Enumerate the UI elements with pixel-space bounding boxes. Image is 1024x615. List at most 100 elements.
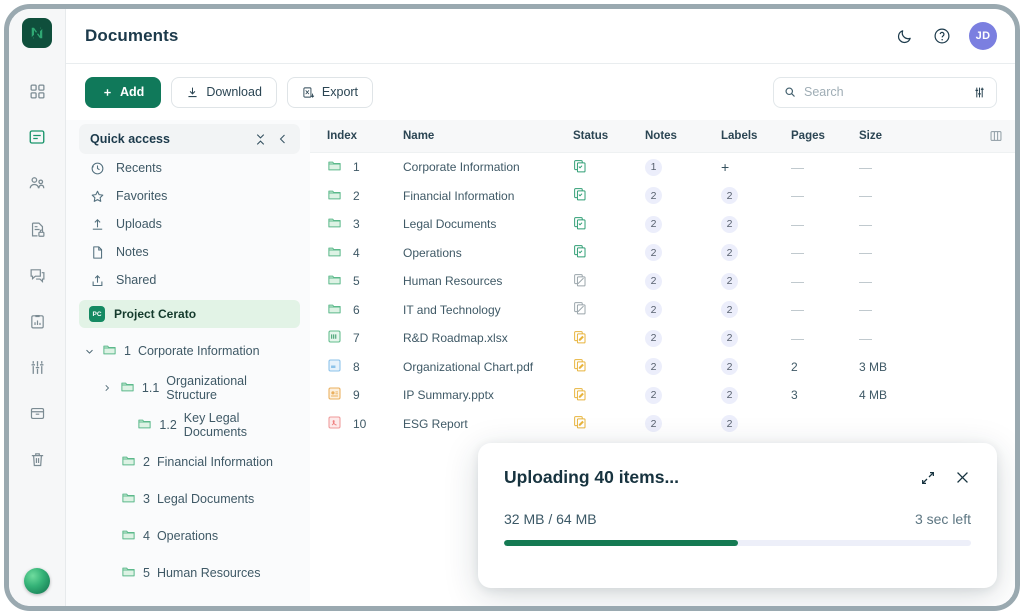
row-name[interactable]: Financial Information (403, 189, 573, 203)
export-button[interactable]: Export (286, 76, 374, 108)
quick-access-header: Quick access (79, 124, 300, 154)
column-header-pages[interactable]: Pages (791, 130, 859, 142)
copy-check-icon[interactable] (573, 244, 645, 261)
chevron-left-icon[interactable] (277, 133, 289, 145)
table-row[interactable]: 10 ESG Report 2 2 (310, 410, 1015, 439)
table-row[interactable]: 7 R&D Roadmap.xlsx 2 2 — — (310, 324, 1015, 353)
labels-badge[interactable]: 2 (721, 272, 738, 290)
people-icon[interactable] (20, 166, 54, 200)
search-box[interactable] (773, 76, 997, 108)
copy-check-icon[interactable] (573, 159, 645, 176)
tree-item[interactable]: 1.2 Key Legal Documents (79, 411, 300, 439)
columns-settings-icon[interactable] (989, 129, 1003, 143)
table-row[interactable]: 2 Financial Information 2 2 — — (310, 182, 1015, 211)
avatar[interactable]: JD (969, 22, 997, 50)
notes-badge[interactable]: 2 (645, 386, 662, 404)
copy-blocked-icon[interactable] (573, 301, 645, 318)
table-row[interactable]: 5 Human Resources 2 2 — — (310, 267, 1015, 296)
row-name[interactable]: IP Summary.pptx (403, 388, 573, 402)
download-button[interactable]: Download (171, 76, 277, 108)
documents-icon[interactable] (20, 120, 54, 154)
quick-access-item-recents[interactable]: Recents (79, 154, 300, 182)
trash-icon[interactable] (20, 442, 54, 476)
quick-access-item-favorites[interactable]: Favorites (79, 182, 300, 210)
labels-badge[interactable]: 2 (721, 244, 738, 262)
reports-icon[interactable] (20, 304, 54, 338)
copy-pending-icon[interactable] (573, 387, 645, 404)
moon-icon[interactable] (893, 25, 915, 47)
row-name[interactable]: IT and Technology (403, 303, 573, 317)
tree-item[interactable]: 3 Legal Documents (79, 485, 300, 513)
row-name[interactable]: Operations (403, 246, 573, 260)
assistant-orb[interactable] (24, 568, 50, 594)
tree-item[interactable]: 2 Financial Information (79, 448, 300, 476)
copy-pending-icon[interactable] (573, 330, 645, 347)
tree-item[interactable]: 1 Corporate Information (79, 337, 300, 365)
quick-access-item-notes[interactable]: Notes (79, 238, 300, 266)
chevron-down-icon[interactable] (83, 346, 95, 357)
column-header-labels[interactable]: Labels (721, 130, 791, 142)
search-input[interactable] (804, 85, 965, 99)
notes-badge[interactable]: 2 (645, 358, 662, 376)
row-name[interactable]: ESG Report (403, 417, 573, 431)
upload-progress-fill (504, 540, 738, 546)
notes-badge[interactable]: 1 (645, 158, 662, 176)
labels-badge[interactable]: 2 (721, 358, 738, 376)
notes-badge[interactable]: 2 (645, 272, 662, 290)
notes-badge[interactable]: 2 (645, 301, 662, 319)
table-row[interactable]: 9 IP Summary.pptx 2 2 3 4 MB (310, 381, 1015, 410)
column-header-size[interactable]: Size (859, 130, 939, 142)
notes-badge[interactable]: 2 (645, 187, 662, 205)
app-logo[interactable] (22, 18, 52, 48)
table-row[interactable]: 3 Legal Documents 2 2 — — (310, 210, 1015, 239)
notes-badge[interactable]: 2 (645, 415, 662, 433)
column-header-status[interactable]: Status (573, 130, 645, 142)
help-icon[interactable] (931, 25, 953, 47)
collapse-all-icon[interactable] (254, 133, 267, 146)
copy-pending-icon[interactable] (573, 358, 645, 375)
column-header-index[interactable]: Index (327, 130, 403, 142)
share-icon (90, 273, 105, 288)
close-icon[interactable] (954, 469, 971, 486)
copy-check-icon[interactable] (573, 187, 645, 204)
row-name[interactable]: R&D Roadmap.xlsx (403, 331, 573, 345)
copy-check-icon[interactable] (573, 216, 645, 233)
labels-badge[interactable]: 2 (721, 386, 738, 404)
labels-badge[interactable]: 2 (721, 215, 738, 233)
column-header-notes[interactable]: Notes (645, 130, 721, 142)
comments-icon[interactable] (20, 258, 54, 292)
project-item[interactable]: PC Project Cerato (79, 300, 300, 328)
copy-pending-icon[interactable] (573, 415, 645, 432)
row-name[interactable]: Corporate Information (403, 160, 573, 174)
dashboard-icon[interactable] (20, 74, 54, 108)
labels-badge[interactable]: 2 (721, 329, 738, 347)
copy-blocked-icon[interactable] (573, 273, 645, 290)
settings-sliders-icon[interactable] (20, 350, 54, 384)
table-row[interactable]: 4 Operations 2 2 — — (310, 239, 1015, 268)
table-row[interactable]: 8 Organizational Chart.pdf 2 2 2 3 MB (310, 353, 1015, 382)
table-row[interactable]: 6 IT and Technology 2 2 — — (310, 296, 1015, 325)
labels-badge[interactable]: 2 (721, 187, 738, 205)
labels-badge[interactable]: 2 (721, 301, 738, 319)
quick-access-item-shared[interactable]: Shared (79, 266, 300, 294)
table-row[interactable]: 1 Corporate Information 1 + — — (310, 153, 1015, 182)
quick-access-item-uploads[interactable]: Uploads (79, 210, 300, 238)
column-header-name[interactable]: Name (403, 130, 573, 142)
notes-badge[interactable]: 2 (645, 329, 662, 347)
chevron-right-icon[interactable] (101, 383, 113, 393)
expand-icon[interactable] (920, 470, 936, 486)
add-label-button[interactable]: + (721, 159, 729, 175)
row-name[interactable]: Legal Documents (403, 217, 573, 231)
row-index: 4 (353, 245, 360, 260)
archive-icon[interactable] (20, 396, 54, 430)
row-name[interactable]: Human Resources (403, 274, 573, 288)
tree-item[interactable]: 1.1 Organizational Structure (79, 374, 300, 402)
notes-badge[interactable]: 2 (645, 244, 662, 262)
tree-item[interactable]: 5 Human Resources (79, 559, 300, 587)
document-lock-icon[interactable] (20, 212, 54, 246)
notes-badge[interactable]: 2 (645, 215, 662, 233)
labels-badge[interactable]: 2 (721, 415, 738, 433)
add-button[interactable]: Add (85, 76, 162, 108)
tree-item[interactable]: 4 Operations (79, 522, 300, 550)
row-name[interactable]: Organizational Chart.pdf (403, 360, 573, 374)
